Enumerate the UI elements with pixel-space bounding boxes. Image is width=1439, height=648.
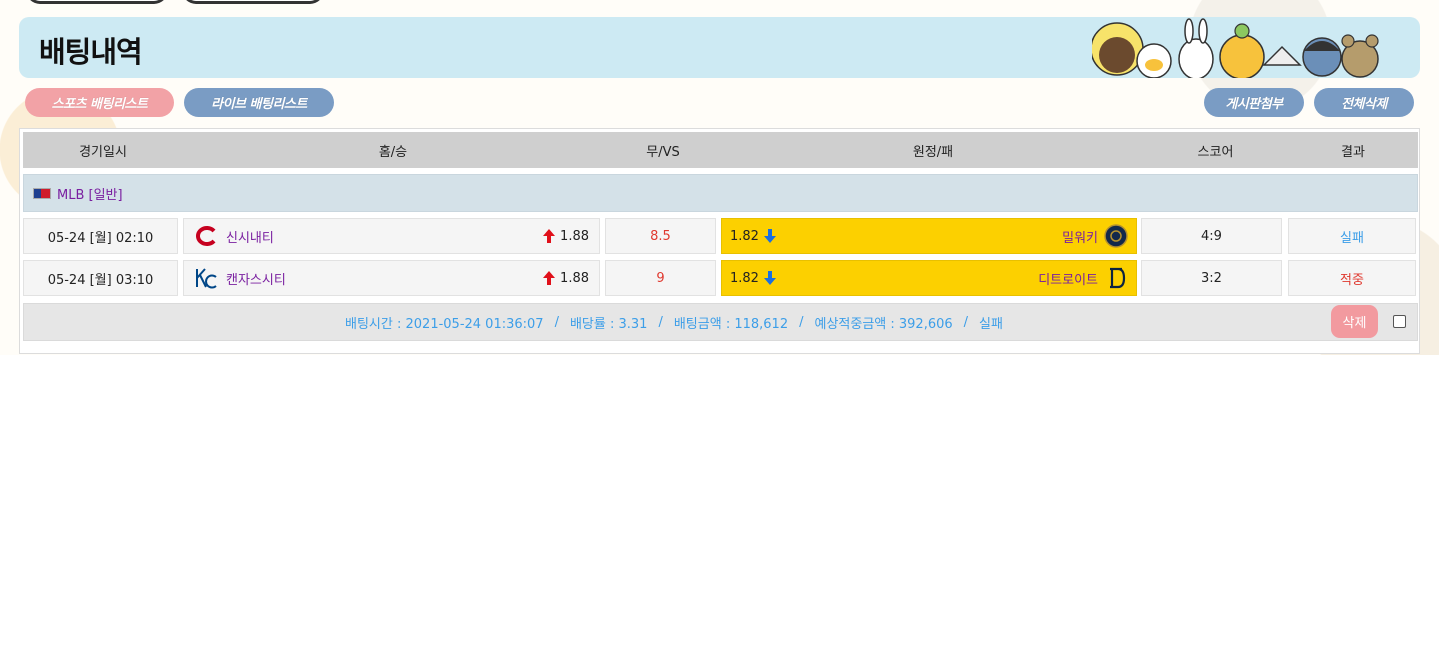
delete-bet-button[interactable]: 삭제 — [1331, 305, 1378, 338]
separator: / — [963, 314, 969, 330]
column-header-date: 경기일시 — [79, 144, 127, 160]
table-header: 경기일시 홈/승 무/VS 원정/패 스코어 결과 — [23, 132, 1418, 168]
character-illustration — [1092, 18, 1379, 78]
match-date: 05-24 [월] 02:10 — [23, 218, 178, 254]
bet-summary-text: 배팅시간 : 2021-05-24 01:36:07 / 배당률 : 3.31 … — [24, 304, 1324, 340]
score: 4:9 — [1141, 218, 1282, 254]
select-bet-checkbox[interactable] — [1393, 315, 1406, 328]
draw-cell[interactable]: 9 — [605, 260, 716, 296]
table-row: 05-24 [월] 03:10 캔자스시티 1.88 9 1.82 디트로이트 — [20, 260, 1421, 296]
home-team-name: 신시내티 — [226, 230, 274, 246]
draw-cell[interactable]: 8.5 — [605, 218, 716, 254]
away-odds: 1.82 — [730, 228, 759, 244]
match-date: 05-24 [월] 03:10 — [23, 260, 178, 296]
home-odds: 1.88 — [560, 228, 589, 244]
top-tab-strip — [26, 0, 324, 4]
league-row: MLB [일반] — [23, 174, 1418, 212]
expected-payout: 예상적중금액 : 392,606 — [814, 316, 953, 332]
page: 배팅내역 스포츠 배팅리스트 라이브 배팅리스트 게시판첨부 전체삭제 경기일시… — [0, 0, 1439, 648]
live-betting-list-tab[interactable]: 라이브 배팅리스트 — [184, 88, 334, 117]
score: 3:2 — [1141, 260, 1282, 296]
arrow-down-icon — [763, 229, 776, 243]
home-team-name: 캔자스시티 — [226, 272, 286, 288]
result-status: 적중 — [1288, 260, 1416, 296]
league-name: MLB [일반] — [57, 187, 123, 203]
bet-history-table: 경기일시 홈/승 무/VS 원정/패 스코어 결과 MLB [일반] 05-24… — [19, 128, 1420, 354]
delete-all-button[interactable]: 전체삭제 — [1314, 88, 1414, 117]
page-title: 배팅내역 — [39, 35, 143, 69]
mlb-flag-icon — [33, 187, 51, 199]
home-cell[interactable]: 캔자스시티 1.88 — [183, 260, 600, 296]
home-cell[interactable]: 신시내티 1.88 — [183, 218, 600, 254]
away-odds: 1.82 — [730, 270, 759, 286]
arrow-up-icon — [543, 229, 556, 243]
column-header-score: 스코어 — [1197, 144, 1234, 160]
home-odds: 1.88 — [560, 270, 589, 286]
page-header: 배팅내역 — [19, 17, 1420, 78]
column-header-draw: 무/VS — [646, 144, 680, 160]
away-team-name: 밀워키 — [1062, 230, 1098, 246]
top-tab-2[interactable] — [182, 0, 324, 4]
column-header-result: 결과 — [1341, 144, 1365, 160]
bet-rate: 배당률 : 3.31 — [569, 316, 648, 332]
attach-to-board-button[interactable]: 게시판첨부 — [1204, 88, 1304, 117]
bet-amount: 배팅금액 : 118,612 — [673, 316, 789, 332]
away-cell[interactable]: 1.82 밀워키 — [721, 218, 1137, 254]
reds-logo-icon — [195, 226, 216, 246]
result-status: 실패 — [1288, 218, 1416, 254]
arrow-down-icon — [763, 271, 776, 285]
royals-logo-icon — [196, 268, 217, 289]
bet-summary-bar: 배팅시간 : 2021-05-24 01:36:07 / 배당률 : 3.31 … — [23, 303, 1418, 341]
away-team-name: 디트로이트 — [1038, 272, 1098, 288]
sports-betting-list-tab[interactable]: 스포츠 배팅리스트 — [25, 88, 174, 117]
separator: / — [799, 314, 804, 330]
separator: / — [554, 314, 559, 330]
top-tab-1[interactable] — [26, 0, 168, 4]
arrow-up-icon — [543, 271, 556, 285]
bet-time: 배팅시간 : 2021-05-24 01:36:07 — [345, 316, 544, 332]
separator: / — [658, 314, 663, 330]
away-cell[interactable]: 1.82 디트로이트 — [721, 260, 1137, 296]
column-header-away: 원정/패 — [912, 144, 954, 160]
table-row: 05-24 [월] 02:10 신시내티 1.88 8.5 1.82 밀워키 4… — [20, 218, 1421, 254]
tigers-logo-icon — [1110, 267, 1126, 289]
bet-status: 실패 — [979, 316, 1003, 332]
column-header-home: 홈/승 — [378, 144, 408, 160]
brewers-logo-icon — [1104, 224, 1128, 248]
